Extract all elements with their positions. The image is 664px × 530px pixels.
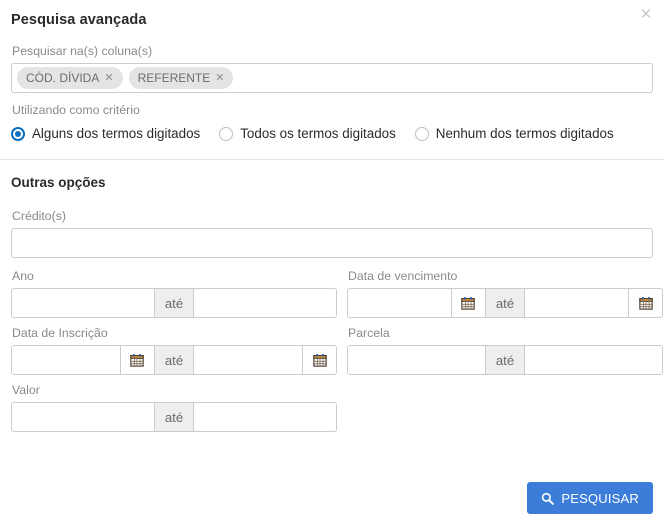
valor-label: Valor: [12, 383, 40, 397]
calendar-icon: [130, 354, 145, 367]
search-columns-label: Pesquisar na(s) coluna(s): [12, 44, 153, 58]
radio-todos-os-termos[interactable]: Todos os termos digitados: [219, 125, 396, 143]
data-inscricao-range-separator: até: [154, 345, 195, 375]
search-button-label: PESQUISAR: [561, 490, 639, 506]
radio-mark-icon: [414, 127, 429, 141]
data-vencimento-label: Data de vencimento: [348, 269, 458, 283]
row-inscricao-parcela: Data de Inscrição até Parcela até: [11, 325, 663, 375]
advanced-search-dialog: Pesquisa avançada ✕ Pesquisar na(s) colu…: [0, 0, 664, 530]
data-vencimento-to-calendar-button[interactable]: [629, 288, 663, 318]
dialog-footer: PESQUISAR: [527, 482, 653, 514]
credito-input[interactable]: [11, 228, 653, 258]
search-icon: [542, 492, 555, 505]
ano-range-separator: até: [154, 288, 195, 318]
ano-field: Ano até: [11, 268, 337, 318]
remove-tag-icon[interactable]: ✕: [215, 67, 224, 89]
criteria-block: Utilizando como critério Alguns dos term…: [0, 93, 664, 146]
parcela-label: Parcela: [348, 326, 390, 340]
close-icon[interactable]: ✕: [638, 6, 654, 22]
parcela-from-input[interactable]: [347, 345, 486, 375]
radio-mark-icon: [11, 127, 25, 141]
row-ano-vencimento: Ano até Data de vencimento até: [11, 268, 663, 318]
criteria-label: Utilizando como critério: [12, 103, 140, 117]
data-inscricao-to-input[interactable]: [194, 345, 303, 375]
ano-from-input[interactable]: [11, 288, 155, 318]
column-tag[interactable]: CÓD. DÍVIDA ✕: [17, 67, 123, 89]
other-options-title: Outras opções: [11, 175, 106, 190]
data-inscricao-range-group: até: [11, 345, 337, 375]
criteria-radio-group: Alguns dos termos digitados Todos os ter…: [11, 122, 653, 146]
radio-nenhum-dos-termos[interactable]: Nenhum dos termos digitados: [414, 125, 614, 143]
data-vencimento-to-input[interactable]: [525, 288, 629, 318]
data-vencimento-range-separator: até: [485, 288, 526, 318]
search-columns-block: Pesquisar na(s) coluna(s) CÓD. DÍVIDA ✕ …: [0, 30, 664, 93]
row-valor: Valor até: [11, 382, 653, 432]
data-inscricao-from-input[interactable]: [11, 345, 121, 375]
remove-tag-icon[interactable]: ✕: [104, 67, 113, 89]
parcela-range-separator: até: [485, 345, 526, 375]
valor-range-group: até: [11, 402, 337, 432]
parcela-range-group: até: [347, 345, 663, 375]
calendar-icon: [638, 297, 653, 310]
data-inscricao-to-calendar-button[interactable]: [303, 345, 337, 375]
data-vencimento-field: Data de vencimento até: [347, 268, 663, 318]
page-title: Pesquisa avançada: [11, 12, 147, 28]
dialog-header: Pesquisa avançada ✕: [0, 0, 664, 30]
search-button[interactable]: PESQUISAR: [527, 482, 653, 514]
parcela-to-input[interactable]: [525, 345, 663, 375]
data-inscricao-from-calendar-button[interactable]: [120, 345, 155, 375]
radio-label: Nenhum dos termos digitados: [435, 126, 614, 141]
ano-label: Ano: [12, 269, 34, 283]
calendar-icon: [312, 354, 327, 367]
search-columns-input[interactable]: CÓD. DÍVIDA ✕ REFERENTE ✕: [11, 63, 653, 93]
column-tag-label: REFERENTE: [137, 71, 211, 85]
ano-range-group: até: [11, 288, 337, 318]
radio-label: Alguns dos termos digitados: [32, 126, 201, 141]
column-tag-label: CÓD. DÍVIDA: [26, 71, 100, 85]
valor-range-separator: até: [154, 402, 195, 432]
range-rows: Ano até Data de vencimento até Data de I…: [0, 258, 664, 432]
valor-to-input[interactable]: [194, 402, 337, 432]
radio-alguns-dos-termos[interactable]: Alguns dos termos digitados: [11, 125, 200, 143]
data-vencimento-range-group: até: [347, 288, 663, 318]
data-vencimento-from-calendar-button[interactable]: [451, 288, 486, 318]
other-options-block: Outras opções: [0, 160, 664, 192]
parcela-field: Parcela até: [347, 325, 663, 375]
valor-from-input[interactable]: [11, 402, 155, 432]
credito-label: Crédito(s): [12, 209, 66, 223]
credito-block: Crédito(s): [0, 192, 664, 258]
data-vencimento-from-input[interactable]: [347, 288, 452, 318]
calendar-icon: [461, 297, 476, 310]
data-inscricao-label: Data de Inscrição: [12, 326, 108, 340]
radio-mark-icon: [219, 127, 234, 141]
column-tag[interactable]: REFERENTE ✕: [128, 67, 234, 89]
data-inscricao-field: Data de Inscrição até: [11, 325, 337, 375]
valor-field: Valor até: [11, 382, 337, 432]
ano-to-input[interactable]: [194, 288, 337, 318]
radio-label: Todos os termos digitados: [240, 126, 396, 141]
divider-wrap: [0, 146, 664, 160]
